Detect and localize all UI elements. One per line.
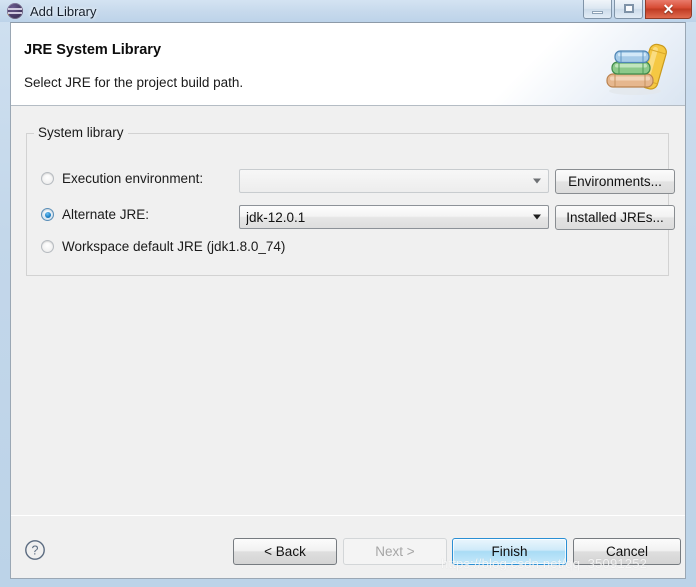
page-subtitle: Select JRE for the project build path. — [24, 75, 244, 90]
back-button[interactable]: < Back — [233, 538, 337, 565]
wizard-footer: ? < Back Next > Finish Cancel — [11, 516, 685, 578]
alternate-jre-value: jdk-12.0.1 — [246, 209, 306, 225]
radio-label-alternate-jre: Alternate JRE: — [62, 207, 150, 222]
books-stack-icon — [606, 43, 667, 95]
minimize-button[interactable] — [583, 0, 612, 19]
radio-button-icon[interactable] — [41, 240, 54, 253]
row-alternate-jre: Alternate JRE: jdk-12.0.1 Installed JREs… — [11, 205, 685, 230]
chevron-down-icon[interactable] — [526, 170, 548, 192]
window-title: Add Library — [30, 3, 97, 19]
cancel-button[interactable]: Cancel — [573, 538, 681, 565]
chevron-down-icon[interactable] — [526, 206, 548, 228]
dialog-window: Add Library ✕ JRE System Library Select … — [0, 0, 696, 587]
radio-execution-environment[interactable]: Execution environment: — [41, 171, 203, 186]
radio-workspace-default-jre[interactable]: Workspace default JRE (jdk1.8.0_74) — [41, 239, 285, 254]
close-button[interactable]: ✕ — [645, 0, 692, 19]
group-legend: System library — [34, 125, 128, 140]
radio-label-workspace-default-jre: Workspace default JRE (jdk1.8.0_74) — [62, 239, 286, 254]
radio-button-icon[interactable] — [41, 208, 54, 221]
radio-alternate-jre[interactable]: Alternate JRE: — [41, 207, 149, 222]
execution-environment-combo[interactable] — [239, 169, 549, 193]
wizard-banner: JRE System Library Select JRE for the pr… — [11, 23, 685, 106]
title-bar: Add Library ✕ — [0, 0, 696, 22]
radio-button-icon[interactable] — [41, 172, 54, 185]
maximize-button[interactable] — [614, 0, 643, 19]
row-workspace-default-jre: Workspace default JRE (jdk1.8.0_74) — [11, 237, 685, 261]
next-button: Next > — [343, 538, 447, 565]
dialog-client-area: JRE System Library Select JRE for the pr… — [10, 22, 686, 579]
eclipse-icon — [7, 3, 23, 19]
svg-text:?: ? — [32, 544, 39, 558]
environments-button[interactable]: Environments... — [555, 169, 675, 194]
window-controls: ✕ — [583, 0, 692, 19]
close-icon: ✕ — [662, 1, 675, 17]
row-execution-environment: Execution environment: Environments... — [11, 169, 685, 194]
title-bar-left: Add Library — [7, 1, 96, 21]
help-icon[interactable]: ? — [24, 539, 46, 561]
radio-label-execution-environment: Execution environment: — [62, 171, 204, 186]
finish-button[interactable]: Finish — [452, 538, 567, 565]
installed-jres-button[interactable]: Installed JREs... — [555, 205, 675, 230]
alternate-jre-combo[interactable]: jdk-12.0.1 — [239, 205, 549, 229]
page-title: JRE System Library — [24, 42, 162, 58]
